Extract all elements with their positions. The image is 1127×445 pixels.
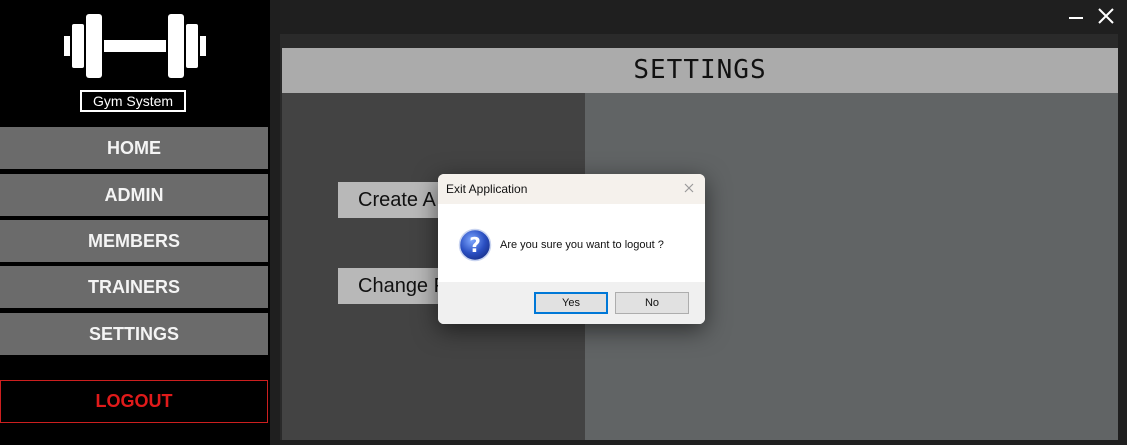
sidebar: Gym System HOME ADMIN MEMBERS TRAINERS S… xyxy=(0,0,270,445)
page-title: SETTINGS xyxy=(282,48,1118,93)
no-button[interactable]: No xyxy=(615,292,689,314)
nav-admin-button[interactable]: ADMIN xyxy=(0,174,268,216)
dialog-body: ? Are you sure you want to logout ? xyxy=(438,204,705,282)
nav-members-button[interactable]: MEMBERS xyxy=(0,220,268,262)
logout-button[interactable]: LOGOUT xyxy=(0,380,268,423)
exit-dialog: Exit Application ? Are you sure you want… xyxy=(438,174,705,324)
minimize-icon[interactable] xyxy=(1065,5,1087,27)
nav-settings-button[interactable]: SETTINGS xyxy=(0,313,268,355)
dialog-titlebar: Exit Application xyxy=(438,174,705,204)
nav-home-button[interactable]: HOME xyxy=(0,127,268,169)
svg-text:?: ? xyxy=(469,233,481,257)
dialog-footer: Yes No xyxy=(438,282,705,324)
dialog-title: Exit Application xyxy=(446,182,528,196)
question-icon: ? xyxy=(458,228,492,262)
yes-button[interactable]: Yes xyxy=(534,292,608,314)
app-name-label: Gym System xyxy=(80,90,186,112)
nav-trainers-button[interactable]: TRAINERS xyxy=(0,266,268,308)
close-icon[interactable] xyxy=(1095,5,1117,27)
dialog-message: Are you sure you want to logout ? xyxy=(500,239,664,251)
dumbbell-logo-icon xyxy=(64,14,206,78)
dialog-close-icon[interactable] xyxy=(681,180,697,196)
window-controls xyxy=(1065,2,1117,30)
